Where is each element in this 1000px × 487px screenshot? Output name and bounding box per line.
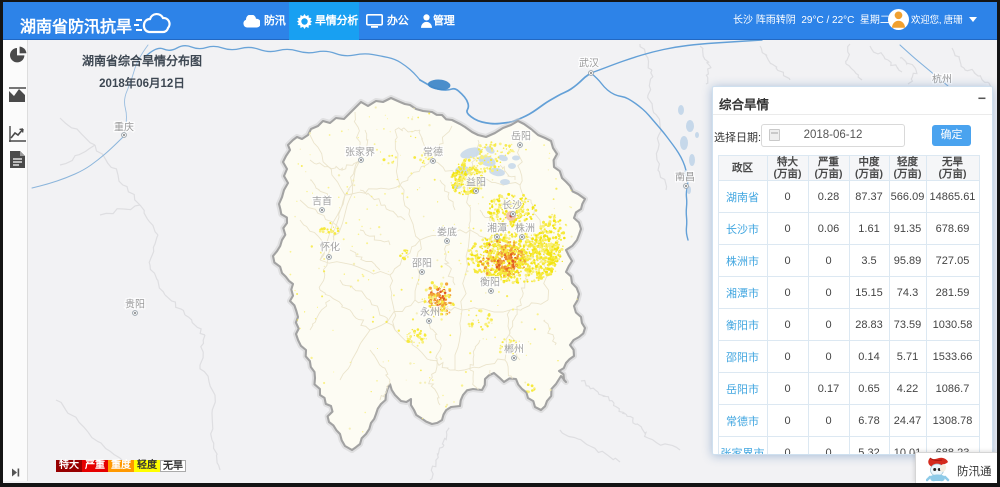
- svg-text:益阳: 益阳: [466, 176, 486, 189]
- svg-text:娄底: 娄底: [437, 226, 457, 239]
- svg-text:长沙: 长沙: [502, 200, 522, 212]
- svg-text:贵阳: 贵阳: [125, 298, 145, 311]
- svg-text:杭州: 杭州: [932, 73, 952, 86]
- svg-text:岳阳: 岳阳: [511, 131, 531, 143]
- svg-text:湘潭: 湘潭: [487, 222, 507, 235]
- svg-text:重庆: 重庆: [114, 121, 134, 134]
- svg-text:武汉: 武汉: [579, 57, 599, 70]
- svg-text:常德: 常德: [423, 146, 443, 159]
- svg-text:南昌: 南昌: [675, 171, 695, 184]
- svg-text:吉首: 吉首: [312, 195, 332, 208]
- svg-text:张家界: 张家界: [345, 146, 375, 159]
- svg-text:郴州: 郴州: [504, 343, 524, 356]
- svg-text:邵阳: 邵阳: [412, 258, 432, 270]
- svg-text:衡阳: 衡阳: [480, 277, 500, 289]
- svg-text:株洲: 株洲: [515, 222, 535, 235]
- svg-text:怀化: 怀化: [320, 241, 340, 254]
- svg-text:永州: 永州: [420, 306, 440, 319]
